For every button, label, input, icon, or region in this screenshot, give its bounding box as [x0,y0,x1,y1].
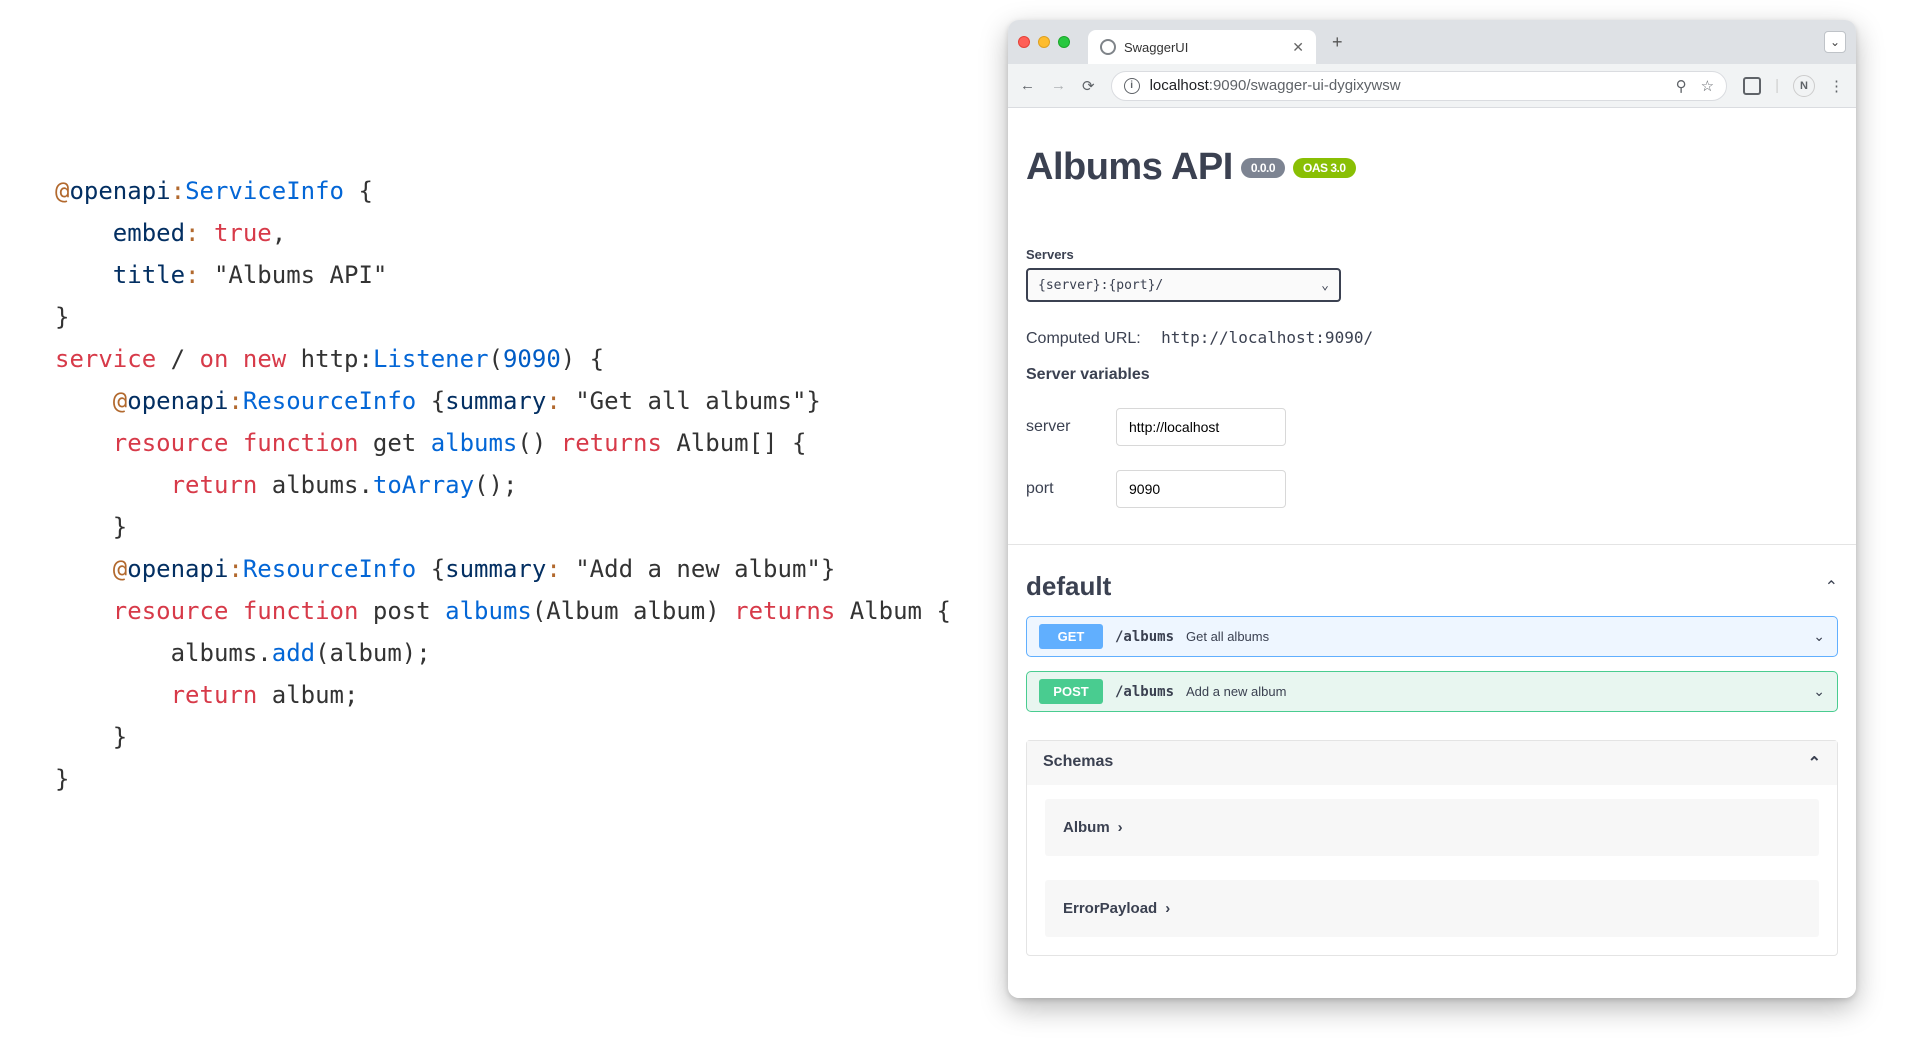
profile-icon[interactable]: N [1793,75,1815,97]
variable-input[interactable] [1116,470,1286,508]
close-window-icon[interactable] [1018,36,1030,48]
code-line: return album; [55,674,1008,716]
forward-button[interactable]: → [1051,77,1066,94]
divider [1008,544,1856,545]
code-line: } [55,296,1008,338]
url-path: /swagger-ui-dygixywsw [1246,77,1400,94]
schema-name: ErrorPayload [1063,900,1157,917]
operations-list: GET/albums Get all albums ⌄ POST/albums Add … [1026,616,1838,712]
computed-url-label: Computed URL: [1026,330,1141,347]
code-line: } [55,716,1008,758]
tab-title: SwaggerUI [1124,40,1284,55]
back-button[interactable]: ← [1020,77,1035,94]
version-badge: 0.0.0 [1241,158,1285,178]
url-host: localhost [1150,77,1209,94]
chevron-down-icon: ⌄ [1321,278,1329,293]
computed-url-value: http://localhost:9090/ [1161,328,1373,347]
extensions-icon[interactable] [1743,77,1761,95]
new-tab-button[interactable]: + [1332,32,1343,53]
site-info-icon[interactable]: i [1124,78,1140,94]
browser-viewport: Albums API 0.0.0 OAS 3.0 Servers {server… [1008,108,1856,998]
servers-select[interactable]: {server}:{port}/ ⌄ [1026,268,1341,302]
variable-name: server [1026,418,1094,436]
browser-window: SwaggerUI ✕ + ⌄ ← → ⟳ i localhost:9090/s… [1008,20,1856,998]
zoom-icon[interactable]: ⚲ [1676,77,1687,95]
http-method-badge: GET [1039,624,1103,649]
tag-name[interactable]: default [1026,571,1111,602]
tab-favicon [1100,39,1116,55]
operation-post[interactable]: POST/albums Add a new album ⌄ [1026,671,1838,712]
schema-item[interactable]: Album › [1045,799,1819,856]
code-editor: @openapi:ServiceInfo { embed: true, titl… [0,0,1008,1046]
operation-get[interactable]: GET/albums Get all albums ⌄ [1026,616,1838,657]
chevron-down-icon: ⌄ [1813,628,1825,645]
servers-select-value: {server}:{port}/ [1038,278,1163,293]
server-variable-row: server [1026,408,1838,446]
operation-summary: Get all albums [1186,629,1269,644]
operation-path: /albums [1115,629,1174,645]
browser-tabstrip: SwaggerUI ✕ + ⌄ [1008,20,1856,64]
maximize-window-icon[interactable] [1058,36,1070,48]
minimize-window-icon[interactable] [1038,36,1050,48]
browser-toolbar: ← → ⟳ i localhost:9090/swagger-ui-dygixy… [1008,64,1856,108]
code-line: @openapi:ServiceInfo { [55,170,1008,212]
chevron-up-icon[interactable]: ⌃ [1825,577,1838,597]
code-line: albums.add(album); [55,632,1008,674]
server-variable-row: port [1026,470,1838,508]
servers-label: Servers [1026,247,1838,262]
close-tab-icon[interactable]: ✕ [1292,39,1304,56]
browser-tab[interactable]: SwaggerUI ✕ [1088,30,1316,64]
code-line: resource function get albums() returns A… [55,422,1008,464]
address-bar[interactable]: i localhost:9090/swagger-ui-dygixywsw ⚲ … [1111,71,1728,101]
api-title: Albums API 0.0.0 OAS 3.0 [1026,146,1356,189]
schemas-label[interactable]: Schemas [1043,753,1113,773]
bookmark-icon[interactable]: ☆ [1701,77,1714,95]
schemas-section: Schemas ⌃ Album › ErrorPayload › [1026,740,1838,956]
code-line: return albums.toArray(); [55,464,1008,506]
schema-item[interactable]: ErrorPayload › [1045,880,1819,937]
browser-menu-icon[interactable]: ⋮ [1829,77,1844,95]
http-method-badge: POST [1039,679,1103,704]
code-line: embed: true, [55,212,1008,254]
tab-overflow-button[interactable]: ⌄ [1824,31,1846,53]
url-port: :9090 [1209,77,1247,94]
operation-path: /albums [1115,684,1174,700]
reload-button[interactable]: ⟳ [1082,77,1095,95]
server-variables-list: server port [1026,408,1838,508]
url-text: localhost:9090/swagger-ui-dygixywsw [1150,77,1401,94]
window-controls[interactable] [1018,36,1070,48]
chevron-down-icon: ⌄ [1813,683,1825,700]
code-line: resource function post albums(Album albu… [55,590,1008,632]
swagger-ui: Albums API 0.0.0 OAS 3.0 Servers {server… [1008,108,1856,980]
code-line: } [55,506,1008,548]
api-title-text: Albums API [1026,146,1233,189]
server-variables-label: Server variables [1026,366,1838,384]
variable-name: port [1026,480,1094,498]
code-line: @openapi:ResourceInfo {summary: "Add a n… [55,548,1008,590]
code-line: title: "Albums API" [55,254,1008,296]
chevron-up-icon[interactable]: ⌃ [1808,753,1821,773]
schema-name: Album [1063,819,1110,836]
schemas-list: Album › ErrorPayload › [1027,785,1837,955]
code-line: @openapi:ResourceInfo {summary: "Get all… [55,380,1008,422]
variable-input[interactable] [1116,408,1286,446]
code-line: } [55,758,1008,800]
code-line: service / on new http:Listener(9090) { [55,338,1008,380]
operation-summary: Add a new album [1186,684,1286,699]
chevron-right-icon: › [1118,819,1123,836]
oas-badge: OAS 3.0 [1293,158,1356,178]
chevron-right-icon: › [1165,900,1170,917]
